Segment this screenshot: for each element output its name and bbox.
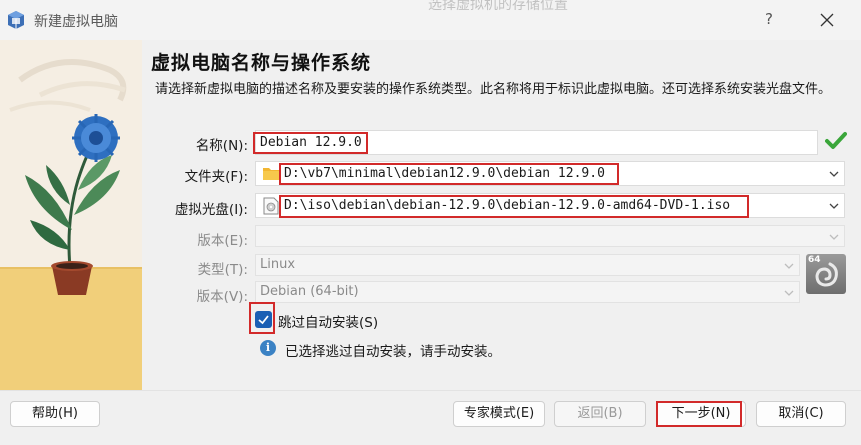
name-field[interactable]: Debian 12.9.0 xyxy=(255,130,818,155)
iso-label: 虚拟光盘(I): xyxy=(174,202,248,218)
version-select: Debian (64-bit) xyxy=(255,281,800,303)
cancel-button[interactable]: 取消(C) xyxy=(756,401,846,427)
chevron-down-icon xyxy=(784,290,794,296)
info-icon: i xyxy=(260,340,276,356)
edition-label: 版本(E): xyxy=(197,233,248,249)
version-value: Debian (64-bit) xyxy=(260,284,359,299)
info-message: 已选择逃过自动安装，请手动安装。 xyxy=(285,344,501,360)
os-badge-text: 64 xyxy=(808,255,821,265)
folder-label: 文件夹(F): xyxy=(184,169,248,185)
chevron-down-icon[interactable] xyxy=(828,200,840,212)
virtualbox-app-icon xyxy=(8,11,24,29)
folder-value: D:\vb7\minimal\debian12.9.0\debian 12.9.… xyxy=(284,166,605,181)
window-title: 新建虚拟电脑 xyxy=(34,14,118,30)
iso-select[interactable]: D:\iso\debian\debian-12.9.0\debian-12.9.… xyxy=(255,193,845,218)
folder-icon xyxy=(263,168,279,180)
page-description: 请选择新虚拟电脑的描述名称及要安装的操作系统类型。此名称将用于标识此虚拟电脑。还… xyxy=(155,82,832,97)
checkmark-icon xyxy=(258,315,269,325)
disc-image-icon xyxy=(263,197,279,215)
type-label: 类型(T): xyxy=(197,262,248,278)
expert-mode-button[interactable]: 专家模式(E) xyxy=(453,401,545,427)
help-title-button[interactable]: ? xyxy=(757,10,781,30)
background-window-text: 选择虚拟机的存储位置 xyxy=(428,0,568,13)
valid-check-icon xyxy=(825,132,847,149)
title-bar: 新建虚拟电脑 选择虚拟机的存储位置 ? xyxy=(0,0,861,40)
edition-select xyxy=(255,225,845,247)
type-select: Linux xyxy=(255,254,800,276)
type-value: Linux xyxy=(260,257,296,272)
page-title: 虚拟电脑名称与操作系统 xyxy=(151,52,372,74)
back-button: 返回(B) xyxy=(554,401,646,427)
wizard-illustration xyxy=(0,40,142,390)
name-value: Debian 12.9.0 xyxy=(260,135,362,150)
name-label: 名称(N): xyxy=(195,138,248,154)
folder-select[interactable]: D:\vb7\minimal\debian12.9.0\debian 12.9.… xyxy=(255,161,845,186)
iso-value: D:\iso\debian\debian-12.9.0\debian-12.9.… xyxy=(284,198,731,213)
chevron-down-icon xyxy=(784,263,794,269)
skip-unattended-checkbox[interactable] xyxy=(255,311,272,328)
version-label: 版本(V): xyxy=(196,289,248,305)
debian-os-icon: 64 xyxy=(806,254,846,294)
skip-unattended-label[interactable]: 跳过自动安装(S) xyxy=(278,311,378,331)
next-button[interactable]: 下一步(N) xyxy=(656,401,746,427)
help-button[interactable]: 帮助(H) xyxy=(10,401,100,427)
chevron-down-icon[interactable] xyxy=(828,168,840,180)
close-icon[interactable] xyxy=(812,8,842,32)
chevron-down-icon xyxy=(829,234,839,240)
